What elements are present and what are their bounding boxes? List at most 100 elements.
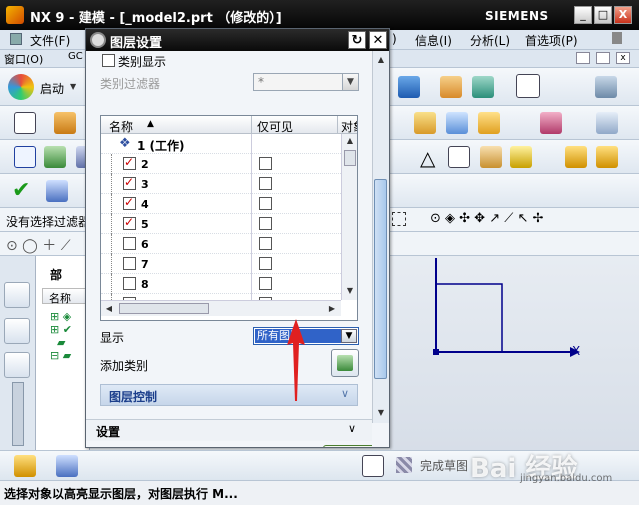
- layer-row-work[interactable]: ❖ 1 (工作): [101, 134, 341, 154]
- menu-gc[interactable]: GC: [68, 51, 83, 62]
- layer-control-section[interactable]: 图层控制 ∨: [100, 384, 358, 406]
- chevron-down-icon[interactable]: ▼: [70, 82, 76, 91]
- minimize-button[interactable]: _: [574, 6, 592, 24]
- reset-icon[interactable]: ↻: [348, 31, 366, 49]
- start-icon[interactable]: [8, 74, 34, 100]
- list-horizontal-scrollbar[interactable]: ◀ ▶: [101, 300, 341, 316]
- layer-row[interactable]: 4: [101, 194, 341, 214]
- display-icon[interactable]: [595, 76, 617, 98]
- maximize-button[interactable]: □: [594, 6, 612, 24]
- chevron-down-icon[interactable]: ▼: [342, 74, 358, 90]
- snap-icons[interactable]: ⊙ ◈ ✣ ✥ ↗ ⟋ ↖ ✢: [430, 211, 543, 226]
- visible-only-checkbox[interactable]: [259, 197, 272, 210]
- visible-only-checkbox[interactable]: [259, 177, 272, 190]
- visible-only-checkbox[interactable]: [259, 217, 272, 230]
- close-icon[interactable]: ✕: [369, 31, 387, 49]
- frame-icon[interactable]: [362, 455, 384, 477]
- check-icon[interactable]: ✔: [12, 178, 30, 203]
- layer-selectable-checkbox[interactable]: [123, 215, 136, 230]
- category-filter-input[interactable]: * ▼: [253, 73, 359, 91]
- part-icon[interactable]: [56, 455, 78, 477]
- close-window-button[interactable]: X: [614, 6, 632, 24]
- sketch-icon[interactable]: [54, 112, 76, 134]
- table-icon[interactable]: [448, 146, 470, 168]
- visible-only-checkbox[interactable]: [259, 237, 272, 250]
- layer-list[interactable]: 名称 ▲ 仅可见 对象 ❖ 1 (工作) 23456789 ▲ ▼ ◀: [100, 115, 358, 321]
- minimize-small-icon[interactable]: [596, 52, 610, 64]
- layer-selectable-checkbox[interactable]: [123, 237, 136, 250]
- scroll-left-icon[interactable]: ◀: [102, 302, 116, 316]
- menu-preferences[interactable]: 首选项(P): [525, 32, 578, 49]
- history-icon[interactable]: [4, 352, 30, 378]
- scroll-down-icon[interactable]: ▼: [374, 406, 388, 420]
- start-label[interactable]: 启动: [40, 80, 64, 97]
- visible-only-checkbox[interactable]: [259, 157, 272, 170]
- restore-small-icon[interactable]: [576, 52, 590, 64]
- layer-row[interactable]: 8: [101, 274, 341, 294]
- chevron-down-icon[interactable]: ▼: [341, 329, 357, 343]
- edge-blend-icon[interactable]: [540, 112, 562, 134]
- add-category-button[interactable]: [331, 349, 359, 377]
- layer-selectable-checkbox[interactable]: [123, 277, 136, 290]
- feature-icon[interactable]: [472, 76, 494, 98]
- layer-row[interactable]: 5: [101, 214, 341, 234]
- chevron-down-icon[interactable]: ∨: [348, 422, 356, 435]
- part-navigator-icon[interactable]: [4, 282, 30, 308]
- scroll-right-icon[interactable]: ▶: [325, 302, 339, 316]
- menu-window[interactable]: 窗口(O): [4, 51, 43, 67]
- measure-icon[interactable]: [480, 146, 502, 168]
- assembly-icon[interactable]: [14, 455, 36, 477]
- layer-row[interactable]: 7: [101, 254, 341, 274]
- assembly-icon[interactable]: [565, 146, 587, 168]
- scroll-down-icon[interactable]: ▼: [343, 284, 357, 298]
- rect-select-icon[interactable]: [392, 212, 406, 226]
- navigator-tree-items[interactable]: ⊞ ◈ ⊞ ✔ ▰ ⊟ ▰: [50, 310, 72, 362]
- no-filter-label[interactable]: 没有选择过滤器: [6, 213, 90, 230]
- layer-selectable-checkbox[interactable]: [123, 257, 136, 270]
- settings-section[interactable]: 设置 ∨: [86, 419, 372, 441]
- close-button[interactable]: 关闭: [323, 445, 372, 447]
- stack-icon[interactable]: [44, 146, 66, 168]
- assembly-navigator-icon[interactable]: [4, 318, 30, 344]
- menu-file[interactable]: 文件(F): [30, 32, 70, 49]
- layer-selectable-checkbox[interactable]: [123, 175, 136, 190]
- layer-selectable-checkbox[interactable]: [123, 155, 136, 170]
- close-small-icon[interactable]: x: [616, 52, 630, 64]
- layer-row[interactable]: 2: [101, 154, 341, 174]
- list-hscroll-thumb[interactable]: [119, 303, 209, 314]
- box-icon[interactable]: [398, 76, 420, 98]
- new-icon[interactable]: [14, 112, 36, 134]
- visible-only-checkbox[interactable]: [259, 257, 272, 270]
- layer-selectable-checkbox[interactable]: [123, 195, 136, 210]
- resource-scrollbar[interactable]: [12, 382, 24, 446]
- list-scroll-thumb[interactable]: [344, 150, 356, 166]
- chevron-down-icon[interactable]: ∨: [341, 387, 349, 400]
- hole-icon[interactable]: [478, 112, 500, 134]
- surface-icon[interactable]: [596, 112, 618, 134]
- layer-row[interactable]: 6: [101, 234, 341, 254]
- revolve-icon[interactable]: [446, 112, 468, 134]
- brush-icon[interactable]: [440, 76, 462, 98]
- menu-help-icon[interactable]: [612, 32, 622, 44]
- triangle-icon[interactable]: △: [420, 146, 435, 170]
- grid-icon[interactable]: [46, 180, 68, 202]
- layer-row[interactable]: 3: [101, 174, 341, 194]
- dialog-scroll-thumb[interactable]: [374, 179, 387, 379]
- view-frame-icon[interactable]: [516, 74, 540, 98]
- analysis-icon[interactable]: [510, 146, 532, 168]
- snap-point-icons[interactable]: ⊙ ◯ ＋ ⟋: [6, 235, 71, 255]
- menu-analysis[interactable]: 分析(L): [470, 32, 510, 49]
- finish-sketch-label[interactable]: 完成草图: [420, 457, 468, 474]
- column-object[interactable]: 对象: [341, 118, 357, 135]
- list-vertical-scrollbar[interactable]: ▲ ▼: [341, 134, 357, 300]
- visible-only-checkbox[interactable]: [259, 277, 272, 290]
- scroll-up-icon[interactable]: ▲: [374, 53, 388, 67]
- menu-info[interactable]: 信息(I): [415, 32, 452, 49]
- layer-icon[interactable]: [14, 146, 36, 168]
- sketch-grid-icon[interactable]: [396, 457, 412, 473]
- graphics-window[interactable]: X: [390, 256, 639, 450]
- column-visible-only[interactable]: 仅可见: [257, 118, 293, 135]
- component-icon[interactable]: [596, 146, 618, 168]
- extrude-icon[interactable]: [414, 112, 436, 134]
- column-name[interactable]: 名称: [109, 118, 133, 135]
